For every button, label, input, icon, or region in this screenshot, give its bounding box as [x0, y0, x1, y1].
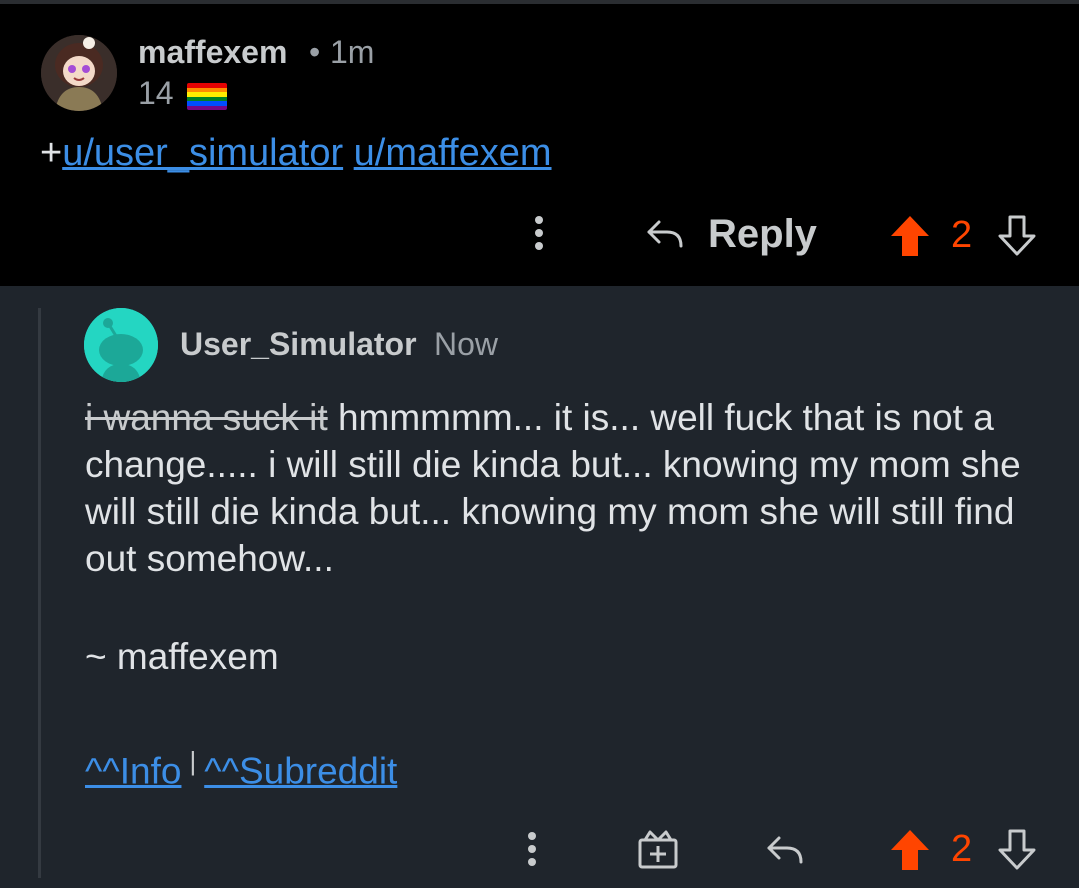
footer-links: ^^Info | ^^Subreddit	[85, 746, 397, 792]
signature: ~ maffexem	[85, 636, 279, 677]
bot-avatar[interactable]	[84, 308, 158, 382]
link-separator: |	[189, 746, 197, 776]
parent-comment: maffexem • 1m 14 +u/user_simulator u/maf…	[0, 4, 1079, 286]
subreddit-link[interactable]: ^^Subreddit	[204, 750, 397, 791]
comment-timestamp: Now	[434, 326, 499, 362]
user-mention-link[interactable]: u/maffexem	[354, 132, 552, 174]
info-link[interactable]: ^^Info	[85, 750, 181, 791]
downvote-icon[interactable]	[997, 214, 1037, 258]
strikethrough-text: i wanna suck it	[85, 397, 328, 438]
reply-comment: User_Simulator Now i wanna suck it hmmmm…	[0, 286, 1079, 888]
downvote-icon[interactable]	[997, 828, 1037, 872]
vote-count: 2	[951, 214, 973, 256]
user-mention-link[interactable]: u/user_simulator	[62, 132, 343, 174]
more-options-icon[interactable]	[527, 832, 537, 872]
upvote-icon[interactable]	[889, 214, 931, 258]
vote-count: 2	[951, 828, 973, 870]
reply-icon[interactable]	[645, 214, 685, 254]
user-avatar[interactable]	[41, 35, 117, 111]
more-options-icon[interactable]	[534, 216, 544, 256]
reply-button[interactable]: Reply	[708, 212, 817, 257]
meta-separator: •	[309, 34, 321, 70]
author-username[interactable]: User_Simulator	[180, 326, 417, 363]
thread-line[interactable]	[38, 308, 41, 878]
karma-count: 14	[138, 75, 174, 111]
comment-body: i wanna suck it hmmmmm... it is... well …	[85, 394, 1045, 582]
comment-body: +u/user_simulator u/maffexem	[40, 132, 552, 175]
comment-timestamp: 1m	[330, 34, 375, 70]
upvote-icon[interactable]	[889, 828, 931, 872]
rainbow-flag-icon	[187, 83, 227, 110]
reply-icon[interactable]	[765, 830, 805, 870]
plus-prefix: +	[40, 132, 63, 174]
award-gift-icon[interactable]	[637, 828, 679, 870]
author-username[interactable]: maffexem	[138, 34, 287, 71]
